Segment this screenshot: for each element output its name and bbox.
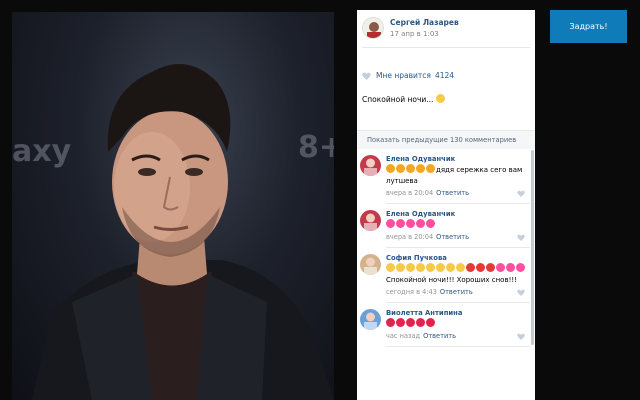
commenter-avatar[interactable]	[360, 254, 381, 275]
comment-body: Елена Одуванчик дядя сережка сего вам лут…	[386, 155, 530, 197]
comment-text: Спокойной ночи!!! Хороших снов!!!	[386, 263, 530, 286]
emoji-icon	[426, 263, 435, 272]
emoji-icon	[426, 164, 435, 173]
reply-link[interactable]: Ответить	[423, 332, 456, 340]
emoji-icon	[386, 263, 395, 272]
comment-item: Виолетта Антипина час назад Ответить	[357, 303, 535, 340]
emoji-icon	[466, 263, 475, 272]
commenter-name-link[interactable]: Елена Одуванчик	[386, 210, 530, 218]
emoji-icon	[416, 164, 425, 173]
emoji-icon	[516, 263, 525, 272]
emoji-icon	[396, 263, 405, 272]
reply-link[interactable]: Ответить	[436, 233, 469, 241]
comment-time[interactable]: вчера в 20:04	[386, 189, 433, 197]
comment-like-heart-icon[interactable]	[517, 333, 525, 340]
post-photo[interactable]: axy 8+	[12, 12, 334, 400]
emoji-icon	[396, 219, 405, 228]
emoji-icon	[436, 263, 445, 272]
comment-like-heart-icon[interactable]	[517, 289, 525, 296]
comment-meta: вчера в 20:04 Ответить	[386, 233, 530, 241]
emoji-icon	[476, 263, 485, 272]
comment-item: Елена Одуванчик вчера в 20:04 Ответить	[357, 204, 535, 241]
post-side-panel: Сергей Лазарев 17 апр в 1:03 Мне нравитс…	[357, 10, 535, 400]
emoji-icon	[406, 164, 415, 173]
emoji-icon	[406, 219, 415, 228]
heart-icon	[362, 72, 371, 80]
comment-text-content: Спокойной ночи!!! Хороших снов!!!	[386, 276, 518, 284]
likes-label: Мне нравится	[376, 71, 431, 80]
reply-link[interactable]: Ответить	[436, 189, 469, 197]
comment-divider	[386, 346, 530, 347]
emoji-icon	[396, 164, 405, 173]
emoji-icon	[406, 318, 415, 327]
emoji-icon	[496, 263, 505, 272]
emoji-icon	[426, 219, 435, 228]
author-name-link[interactable]: Сергей Лазарев	[390, 18, 459, 27]
emoji-icon	[456, 263, 465, 272]
emoji-icon	[426, 318, 435, 327]
comment-meta: сегодня в 4:43 Ответить	[386, 288, 530, 296]
emoji-icon	[396, 318, 405, 327]
commenter-avatar[interactable]	[360, 155, 381, 176]
post-caption: Спокойной ночи...	[357, 80, 535, 104]
emoji-icon	[386, 164, 395, 173]
commenter-name-link[interactable]: София Пучкова	[386, 254, 530, 262]
post-header: Сергей Лазарев 17 апр в 1:03	[357, 10, 535, 47]
comment-time[interactable]: сегодня в 4:43	[386, 288, 437, 296]
show-previous-comments-link[interactable]: Показать предыдущие 130 комментариев	[357, 130, 535, 149]
emoji-icon	[416, 318, 425, 327]
post-date[interactable]: 17 апр в 1:03	[390, 30, 459, 38]
comment-item: София Пучкова Спокойной ночи!!! Хороших с…	[357, 248, 535, 296]
comments-scrollbar[interactable]	[531, 150, 534, 345]
emoji-icon	[416, 263, 425, 272]
comment-body: Виолетта Антипина час назад Ответить	[386, 309, 530, 340]
commenter-avatar[interactable]	[360, 210, 381, 231]
comment-time[interactable]: вчера в 20:04	[386, 233, 433, 241]
comment-body: София Пучкова Спокойной ночи!!! Хороших с…	[386, 254, 530, 296]
comment-text: дядя сережка сего вам лутшева	[386, 164, 530, 187]
portrait-illustration	[32, 64, 334, 400]
emoji-icon	[446, 263, 455, 272]
emoji-icon	[386, 219, 395, 228]
emoji-icon	[386, 318, 395, 327]
author-avatar[interactable]	[362, 17, 384, 39]
comment-meta: вчера в 20:04 Ответить	[386, 189, 530, 197]
like-button[interactable]: Мне нравится 4124	[357, 48, 535, 80]
ask-button[interactable]: Задрать!	[550, 10, 627, 43]
commenter-name-link[interactable]: Виолетта Антипина	[386, 309, 530, 317]
comment-like-heart-icon[interactable]	[517, 190, 525, 197]
emoji-icon	[486, 263, 495, 272]
likes-count: 4124	[434, 71, 455, 80]
post-caption-text: Спокойной ночи...	[362, 95, 434, 104]
emoji-icon	[406, 263, 415, 272]
reply-link[interactable]: Ответить	[440, 288, 473, 296]
comment-body: Елена Одуванчик вчера в 20:04 Ответить	[386, 210, 530, 241]
comment-item: Елена Одуванчик дядя сережка сего вам лут…	[357, 149, 535, 197]
kiss-emoji-icon	[435, 94, 445, 103]
comment-meta: час назад Ответить	[386, 332, 530, 340]
comment-like-heart-icon[interactable]	[517, 234, 525, 241]
comment-time[interactable]: час назад	[386, 332, 420, 340]
comments-list: Елена Одуванчик дядя сережка сего вам лут…	[357, 149, 535, 347]
commenter-name-link[interactable]: Елена Одуванчик	[386, 155, 530, 163]
comment-text	[386, 318, 530, 330]
emoji-icon	[416, 219, 425, 228]
comment-text	[386, 219, 530, 231]
emoji-icon	[506, 263, 515, 272]
commenter-avatar[interactable]	[360, 309, 381, 330]
